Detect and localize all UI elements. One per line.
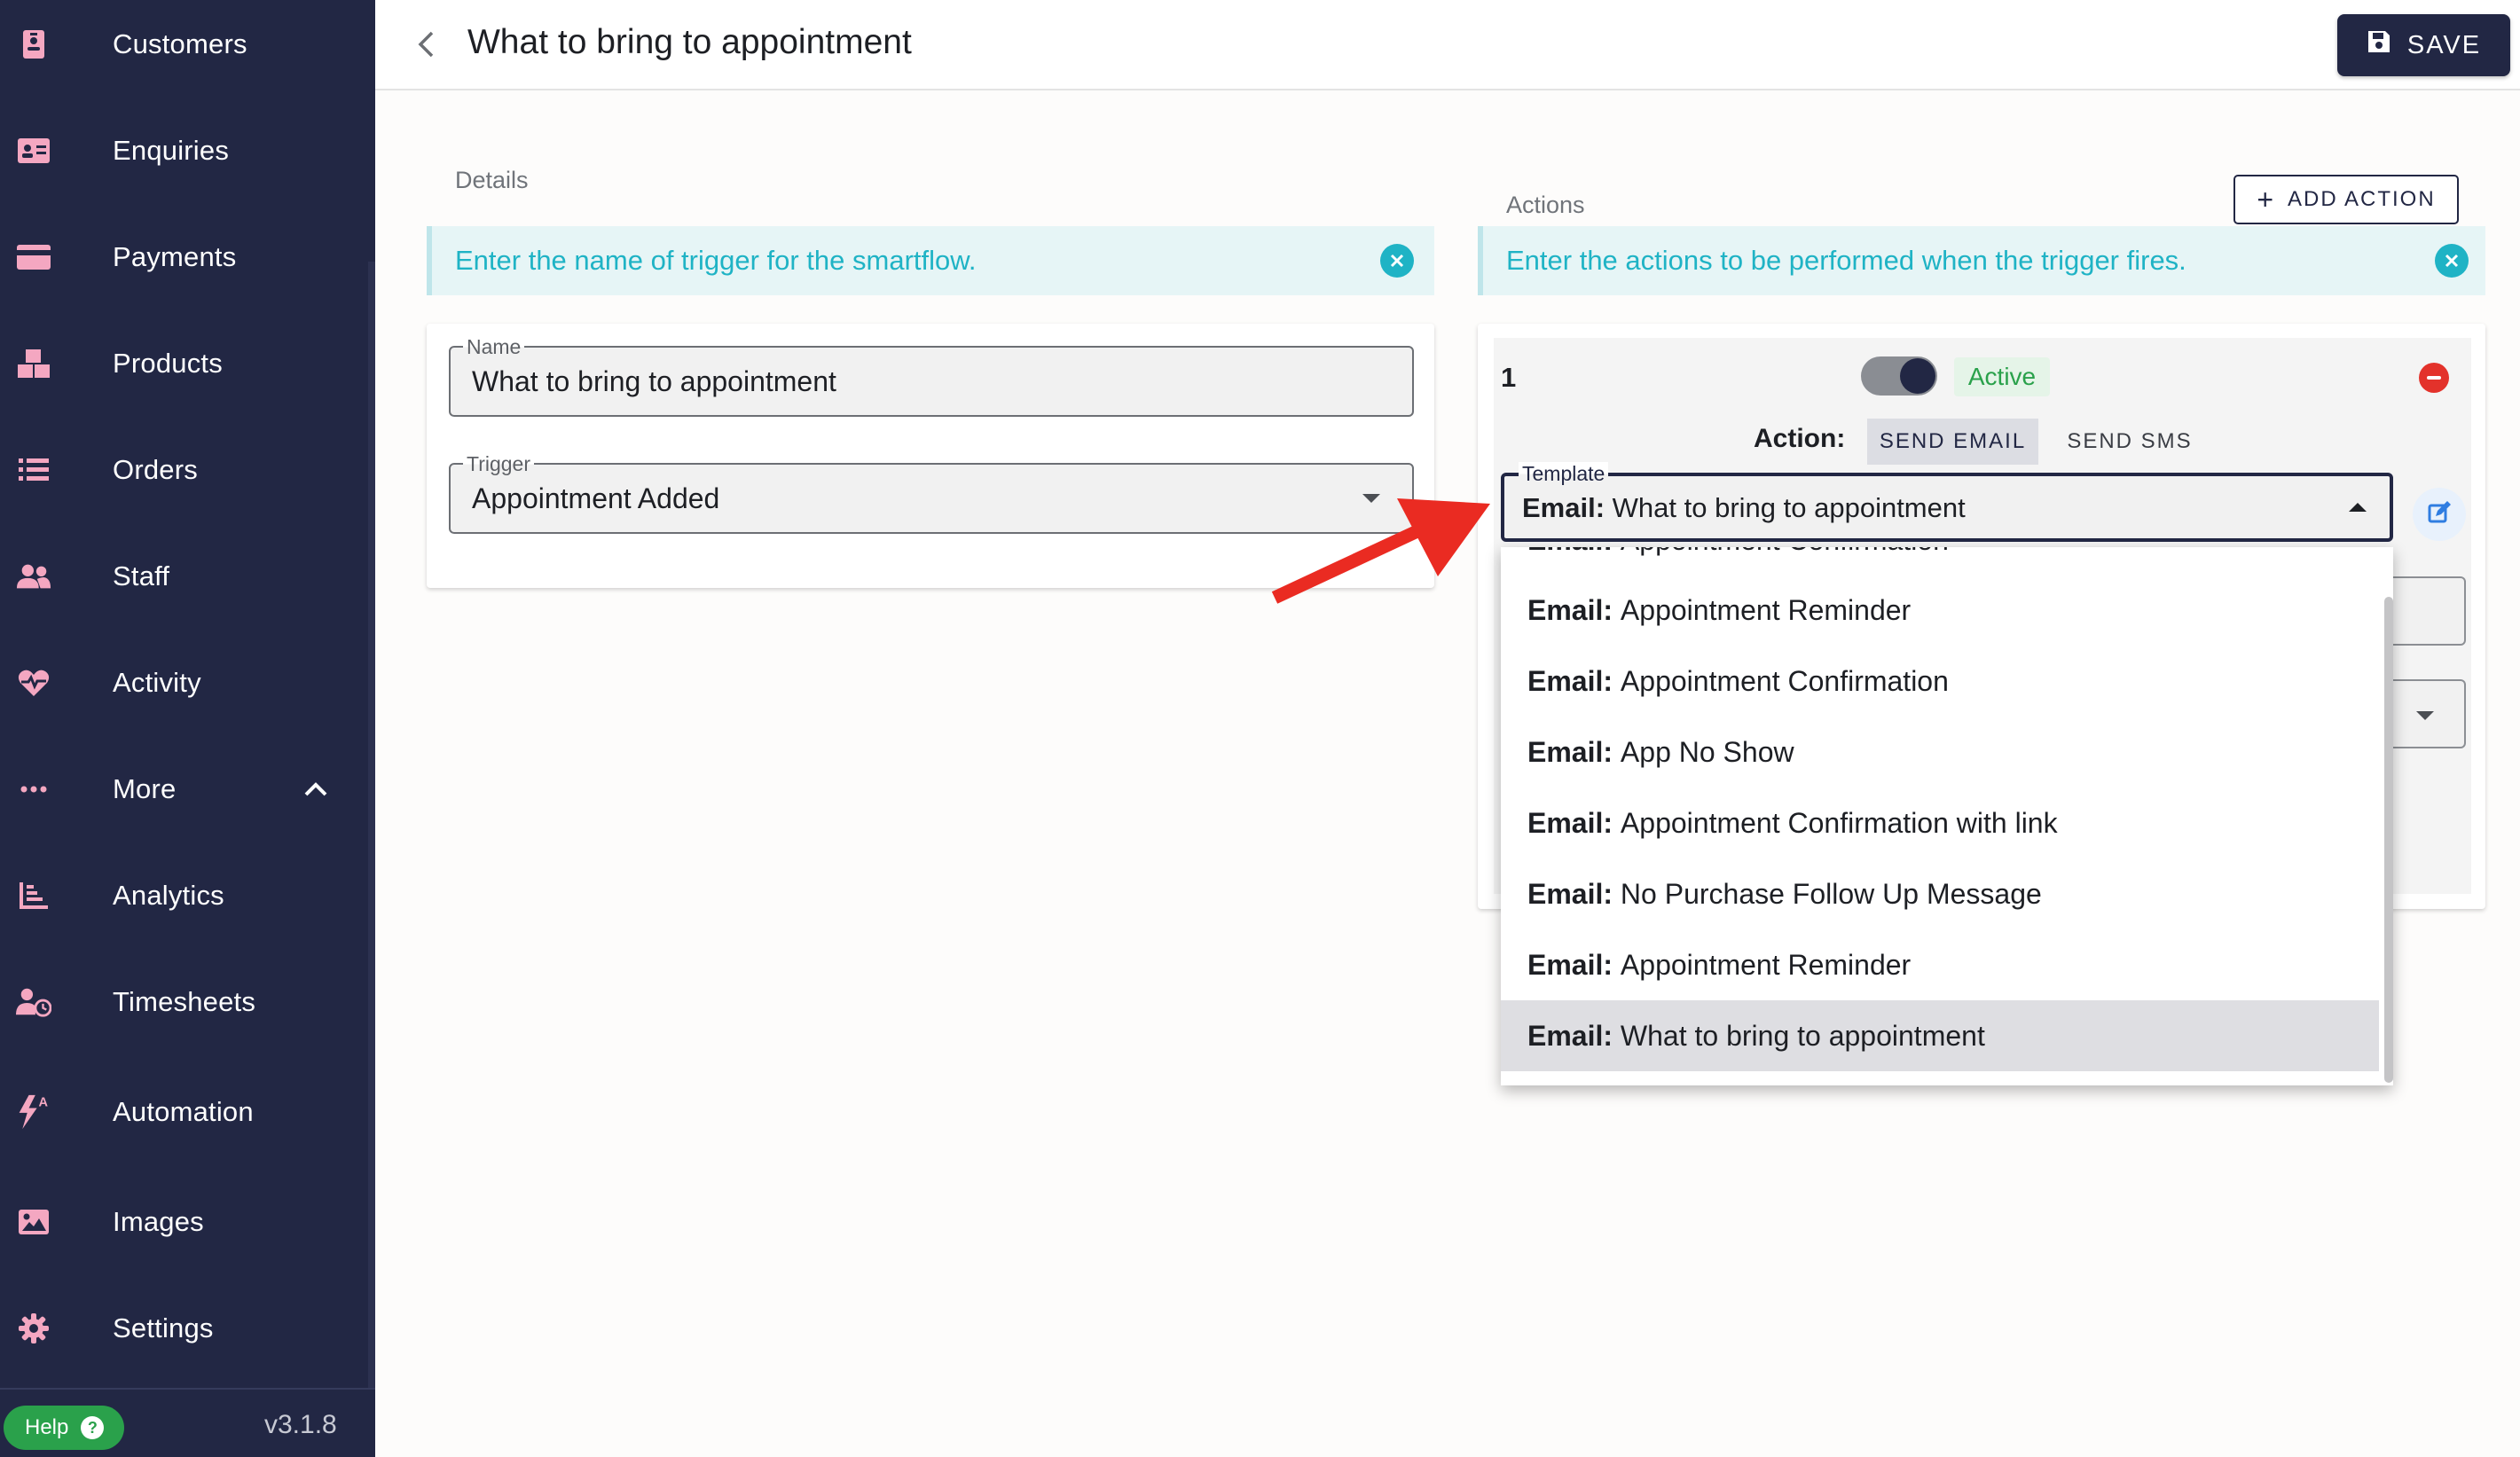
template-field-label: Template: [1519, 462, 1609, 486]
menu-item[interactable]: Email: Appointment Confirmation: [1501, 547, 2379, 576]
menu-item[interactable]: Email: App No Show: [1501, 717, 2379, 787]
add-action-label: ADD ACTION: [2288, 187, 2436, 211]
sidebar-item-activity[interactable]: Activity: [0, 638, 375, 727]
details-info-banner: Enter the name of trigger for the smartf…: [427, 226, 1434, 295]
red-arrow-icon: [1271, 498, 1490, 604]
image-icon: [16, 1204, 51, 1240]
sidebar-item-enquiries[interactable]: Enquiries: [0, 106, 375, 195]
sidebar-item-customers[interactable]: Customers: [0, 0, 375, 89]
app-version: v3.1.8: [264, 1410, 337, 1439]
heart-pulse-icon: [16, 665, 51, 701]
bolt-a-icon: A: [16, 1094, 51, 1130]
trigger-field-value: Appointment Added: [472, 482, 720, 514]
minus-circle-icon: [2427, 376, 2441, 380]
sidebar-item-label: Activity: [113, 667, 201, 698]
menu-item[interactable]: Email: Appointment Confirmation: [1501, 646, 2379, 717]
save-label: SAVE: [2406, 30, 2482, 59]
sidebar-item-label: Analytics: [113, 880, 224, 911]
sidebar-item-label: Orders: [113, 454, 198, 485]
sidebar-item-analytics[interactable]: Analytics: [0, 851, 375, 940]
tab-send-email[interactable]: SEND EMAIL: [1867, 419, 2038, 465]
template-select[interactable]: Template Email: What to bring to appoint…: [1501, 462, 2393, 542]
template-dropdown-menu: Email: Appointment Confirmation Email: A…: [1501, 547, 2393, 1085]
floppy-disk-icon: [2367, 29, 2391, 61]
add-action-button[interactable]: + ADD ACTION: [2233, 175, 2459, 224]
name-field[interactable]: Name What to bring to appointment: [449, 335, 1414, 417]
users-icon: [16, 559, 51, 594]
menu-item[interactable]: Email: No Purchase Follow Up Message: [1501, 858, 2379, 929]
remove-action-button[interactable]: [2419, 363, 2449, 393]
active-toggle-thumb[interactable]: [1900, 358, 1935, 394]
close-icon[interactable]: [2435, 244, 2469, 278]
help-button[interactable]: Help ?: [4, 1406, 124, 1450]
cog-icon: [16, 1311, 51, 1346]
actions-info-banner: Enter the actions to be performed when t…: [1478, 226, 2485, 295]
edit-icon: [2427, 500, 2452, 529]
sidebar-divider: [0, 1388, 375, 1390]
svg-text:A: A: [38, 1096, 48, 1110]
chevron-left-icon: [417, 30, 435, 63]
actions-section-label: Actions: [1506, 192, 1585, 218]
sidebar-item-products[interactable]: Products: [0, 319, 375, 408]
sidebar-item-automation[interactable]: A Automation: [0, 1068, 375, 1156]
trigger-field-label: Trigger: [463, 452, 534, 476]
sidebar-item-label: Payments: [113, 241, 237, 272]
menu-scrollbar[interactable]: [2384, 597, 2393, 1083]
sidebar-item-label: Staff: [113, 560, 170, 591]
chevron-up-icon[interactable]: [300, 773, 332, 805]
actions-banner-text: Enter the actions to be performed when t…: [1506, 245, 2186, 276]
status-badge: Active: [1954, 357, 2050, 396]
caret-up-icon: [2349, 503, 2367, 512]
name-field-value: What to bring to appointment: [472, 365, 836, 397]
sidebar-item-label: Products: [113, 348, 223, 379]
id-badge-icon: [16, 27, 51, 62]
back-button[interactable]: [408, 27, 444, 66]
ellipsis-icon: [16, 772, 51, 807]
tab-send-sms[interactable]: SEND SMS: [2056, 419, 2203, 465]
template-field-value: Email: What to bring to appointment: [1522, 492, 1966, 523]
chart-bar-icon: [16, 878, 51, 913]
details-section-label: Details: [455, 167, 529, 193]
caret-down-icon: [2416, 711, 2434, 720]
sidebar-item-label: Timesheets: [113, 986, 256, 1017]
menu-item[interactable]: Email: Appointment Reminder: [1501, 575, 2379, 646]
question-circle-icon: ?: [81, 1416, 105, 1439]
address-card-icon: [16, 133, 51, 168]
sidebar-item-images[interactable]: Images: [0, 1178, 375, 1266]
credit-card-icon: [16, 239, 51, 275]
sidebar-item-more[interactable]: More: [0, 745, 375, 834]
page-title: What to bring to appointment: [467, 23, 912, 61]
sidebar-item-label: Automation: [113, 1096, 254, 1127]
sidebar-item-orders[interactable]: Orders: [0, 426, 375, 514]
action-type-label: Action:: [1754, 424, 1846, 453]
sidebar-item-payments[interactable]: Payments: [0, 213, 375, 302]
action-number: 1: [1501, 362, 1517, 393]
sidebar-item-timesheets[interactable]: Timesheets: [0, 958, 375, 1046]
sidebar-item-label: Settings: [113, 1312, 214, 1343]
user-clock-icon: [16, 984, 51, 1020]
sidebar-item-settings[interactable]: Settings: [0, 1284, 375, 1373]
close-icon[interactable]: [1380, 244, 1414, 278]
menu-item[interactable]: Email: Appointment Reminder: [1501, 929, 2379, 1000]
edit-template-button[interactable]: [2413, 488, 2466, 541]
menu-item-selected[interactable]: Email: What to bring to appointment: [1501, 1000, 2379, 1071]
sidebar-item-label: More: [113, 773, 177, 804]
sidebar-item-label: Enquiries: [113, 135, 230, 166]
details-banner-text: Enter the name of trigger for the smartf…: [455, 245, 977, 276]
sidebar-item-label: Customers: [113, 28, 247, 59]
help-label: Help: [25, 1415, 69, 1439]
save-button[interactable]: SAVE: [2337, 14, 2510, 76]
sidebar-item-staff[interactable]: Staff: [0, 532, 375, 621]
name-field-label: Name: [463, 335, 525, 359]
list-icon: [16, 452, 51, 488]
sidebar: Customers Enquiries Payments Products Or…: [0, 0, 375, 1457]
sidebar-item-label: Images: [113, 1206, 204, 1237]
boxes-icon: [16, 346, 51, 381]
plus-icon: +: [2257, 183, 2275, 215]
menu-item[interactable]: Email: Appointment Confirmation with lin…: [1501, 787, 2379, 858]
